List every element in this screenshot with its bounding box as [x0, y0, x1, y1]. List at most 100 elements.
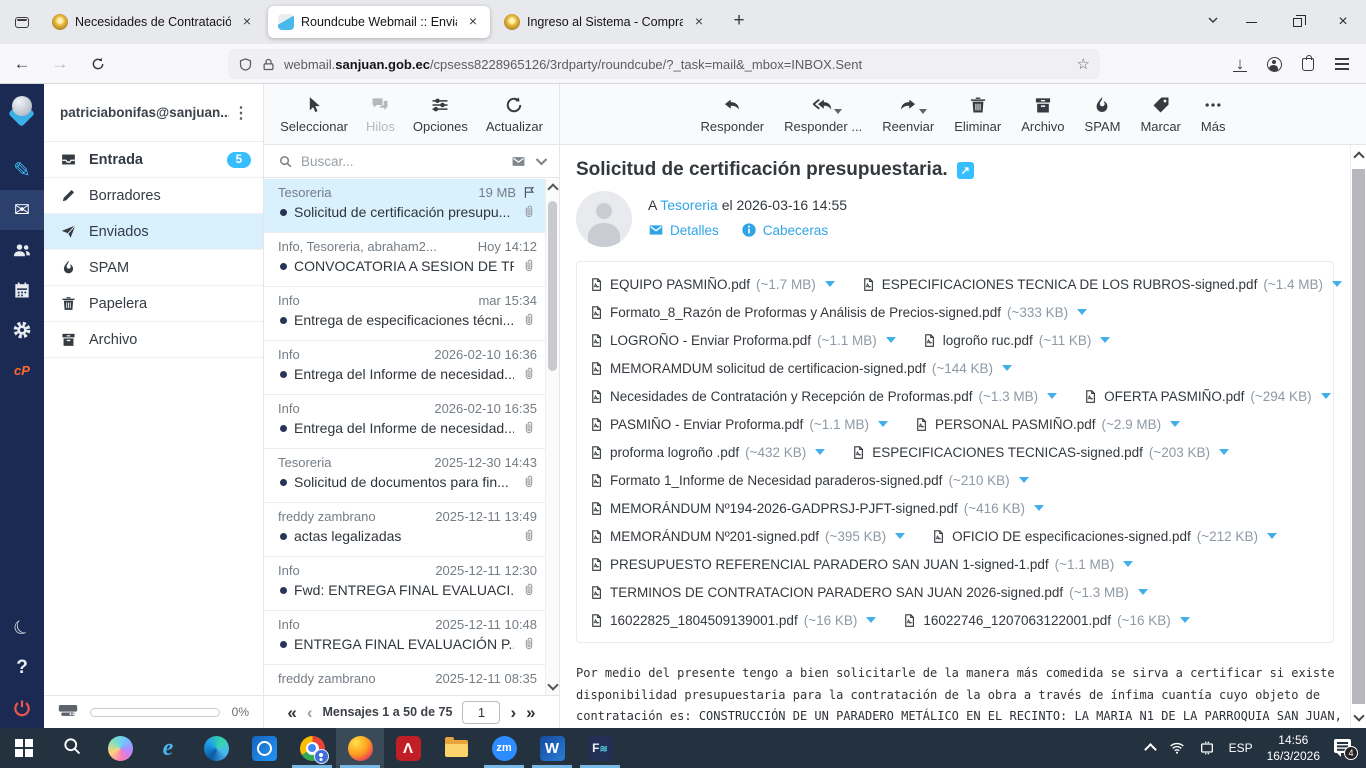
attachment-name[interactable]: EQUIPO PASMIÑO.pdf [610, 277, 750, 292]
attachment-item[interactable]: Formato 1_Informe de Necesidad paraderos… [589, 473, 1029, 488]
tab-close-icon[interactable]: × [690, 13, 708, 31]
attachment-menu-caret-icon[interactable] [1002, 365, 1012, 371]
attachment-item[interactable]: EQUIPO PASMIÑO.pdf(~1.7 MB) [589, 277, 835, 292]
attachment-item[interactable]: PERSONAL PASMIÑO.pdf(~2.9 MB) [914, 417, 1180, 432]
attachment-item[interactable]: MEMORÁNDUM Nº194-2026-GADPRSJ-PJFT-signe… [589, 501, 1044, 516]
browser-tab-0[interactable]: Necesidades de Contratación y× [42, 6, 264, 38]
attachment-name[interactable]: OFICIO DE especificaciones-signed.pdf [952, 529, 1191, 544]
bookmark-star-icon[interactable]: ☆ [1077, 55, 1090, 73]
attachment-item[interactable]: ESPECIFICACIONES TECNICA DE LOS RUBROS-s… [861, 277, 1342, 292]
attachment-menu-caret-icon[interactable] [895, 533, 905, 539]
mail-scrollbar[interactable] [1350, 145, 1366, 728]
attachment-menu-caret-icon[interactable] [878, 421, 888, 427]
attachment-item[interactable]: 16022746_1207063122001.pdf(~16 KB) [902, 613, 1189, 628]
list-all-tabs-chevron-icon[interactable] [1198, 13, 1228, 31]
attachment-name[interactable]: PERSONAL PASMIÑO.pdf [935, 417, 1096, 432]
next-page-button[interactable]: › [510, 704, 516, 721]
marcar-button[interactable]: Marcar [1138, 95, 1182, 134]
browser-tab-1[interactable]: Roundcube Webmail :: Enviados× [268, 6, 490, 38]
message-row-4[interactable]: Info2026-02-10 16:35Entrega del Informe … [264, 395, 545, 449]
back-button[interactable]: ← [6, 49, 38, 79]
attachment-menu-caret-icon[interactable] [1267, 533, 1277, 539]
language-indicator[interactable]: ESP [1229, 741, 1253, 755]
taskbar-explorer-icon[interactable] [432, 728, 480, 768]
attachment-item[interactable]: OFERTA PASMIÑO.pdf(~294 KB) [1083, 389, 1330, 404]
sidebar-item-spam[interactable]: SPAM [44, 250, 263, 286]
taskbar-ie-icon[interactable]: e [144, 728, 192, 768]
attachment-item[interactable]: proforma logroño .pdf(~432 KB) [589, 445, 825, 460]
tab-close-icon[interactable]: × [464, 13, 482, 31]
headers-toggle[interactable]: Cabeceras [741, 222, 828, 238]
sidebar-item-enviados[interactable]: Enviados [44, 214, 263, 250]
attachment-name[interactable]: proforma logroño .pdf [610, 445, 739, 460]
attachment-item[interactable]: TERMINOS DE CONTRATACION PARADERO SAN JU… [589, 585, 1148, 600]
notifications-icon[interactable]: 4 [1334, 738, 1356, 758]
archivo-button[interactable]: Archivo [1019, 95, 1066, 134]
responder-button[interactable]: Responder ... [782, 95, 864, 134]
attachment-item[interactable]: PASMIÑO - Enviar Proforma.pdf(~1.1 MB) [589, 417, 888, 432]
page-number-input[interactable] [462, 701, 500, 724]
attachment-menu-caret-icon[interactable] [1077, 309, 1087, 315]
last-page-button[interactable]: » [526, 704, 535, 721]
message-row-2[interactable]: Infomar 15:34Entrega de especificaciones… [264, 287, 545, 341]
attachment-menu-caret-icon[interactable] [1321, 393, 1331, 399]
attachment-item[interactable]: logroño ruc.pdf(~11 KB) [922, 333, 1111, 348]
m-s-button[interactable]: Más [1199, 95, 1228, 134]
actualizar-button[interactable]: Actualizar [486, 95, 543, 134]
window-restore-button[interactable] [1274, 2, 1320, 42]
menu-hamburger-icon[interactable] [1326, 49, 1358, 79]
attachment-menu-caret-icon[interactable] [866, 617, 876, 623]
tablet-mode-icon[interactable] [1199, 740, 1215, 756]
settings-gear-icon[interactable] [0, 310, 44, 350]
recipient-link[interactable]: Tesoreria [660, 197, 718, 213]
attachment-name[interactable]: TERMINOS DE CONTRATACION PARADERO SAN JU… [610, 585, 1063, 600]
attachment-name[interactable]: 16022746_1207063122001.pdf [923, 613, 1111, 628]
taskbar-zoom-icon[interactable]: zm [480, 728, 528, 768]
attachment-item[interactable]: LOGROÑO - Enviar Proforma.pdf(~1.1 MB) [589, 333, 896, 348]
downloads-icon[interactable]: ↓ [1224, 49, 1256, 79]
cpanel-icon[interactable]: cP [0, 350, 44, 390]
reload-button[interactable] [82, 49, 114, 79]
taskbar-fes-icon[interactable]: F≋ [576, 728, 624, 768]
browser-tab-2[interactable]: Ingreso al Sistema - Compras P...× [494, 6, 716, 38]
shield-icon[interactable] [238, 57, 253, 72]
details-toggle[interactable]: Detalles [648, 222, 719, 238]
message-row-9[interactable]: freddy zambrano2025-12-11 08:35 [264, 665, 545, 695]
message-row-8[interactable]: Info2025-12-11 10:48ENTREGA FINAL EVALUA… [264, 611, 545, 665]
attachment-name[interactable]: Formato 1_Informe de Necesidad paraderos… [610, 473, 942, 488]
firefox-view-icon[interactable] [8, 8, 36, 36]
dropdown-caret-icon[interactable] [834, 109, 842, 114]
attachment-item[interactable]: 16022825_1804509139001.pdf(~16 KB) [589, 613, 876, 628]
attachment-item[interactable]: OFICIO DE especificaciones-signed.pdf(~2… [931, 529, 1277, 544]
attachment-item[interactable]: MEMORAMDUM solicitud de certificacion-si… [589, 361, 1012, 376]
taskbar-start-icon[interactable] [0, 728, 48, 768]
flag-icon[interactable] [522, 185, 537, 200]
account-kebab-icon[interactable]: ⋮ [229, 103, 253, 123]
url-text[interactable]: webmail.sanjuan.gob.ec/cpsess8228965126/… [284, 57, 1069, 72]
tab-close-icon[interactable]: × [238, 13, 256, 31]
reenviar-button[interactable]: Reenviar [880, 95, 936, 134]
attachment-menu-caret-icon[interactable] [825, 281, 835, 287]
taskbar-firefox-icon[interactable] [336, 728, 384, 768]
seleccionar-button[interactable]: Seleccionar [280, 95, 348, 134]
taskbar-copilot-icon[interactable] [96, 728, 144, 768]
message-row-3[interactable]: Info2026-02-10 16:36Entrega del Informe … [264, 341, 545, 395]
attachment-item[interactable]: Necesidades de Contratación y Recepción … [589, 389, 1057, 404]
opciones-button[interactable]: Opciones [413, 95, 468, 134]
attachment-menu-caret-icon[interactable] [1019, 477, 1029, 483]
extensions-icon[interactable] [1292, 49, 1324, 79]
calendar-icon[interactable] [0, 270, 44, 310]
attachment-name[interactable]: PRESUPUESTO REFERENCIAL PARADERO SAN JUA… [610, 557, 1049, 572]
message-list-scrollbar[interactable] [545, 179, 559, 695]
attachment-name[interactable]: Necesidades de Contratación y Recepción … [610, 389, 972, 404]
attachment-name[interactable]: MEMORÁNDUM Nº194-2026-GADPRSJ-PJFT-signe… [610, 501, 958, 516]
clock[interactable]: 14:56 16/3/2026 [1267, 732, 1320, 764]
attachment-menu-caret-icon[interactable] [1170, 421, 1180, 427]
attachment-menu-caret-icon[interactable] [1100, 337, 1110, 343]
compose-icon[interactable]: ✎ [0, 150, 44, 190]
spam-button[interactable]: SPAM [1083, 95, 1123, 134]
window-close-button[interactable]: × [1320, 2, 1366, 42]
message-row-1[interactable]: Info, Tesoreria, abraham2...Hoy 14:12CON… [264, 233, 545, 287]
responder-button[interactable]: Responder [699, 95, 767, 134]
help-icon[interactable]: ? [0, 648, 44, 688]
